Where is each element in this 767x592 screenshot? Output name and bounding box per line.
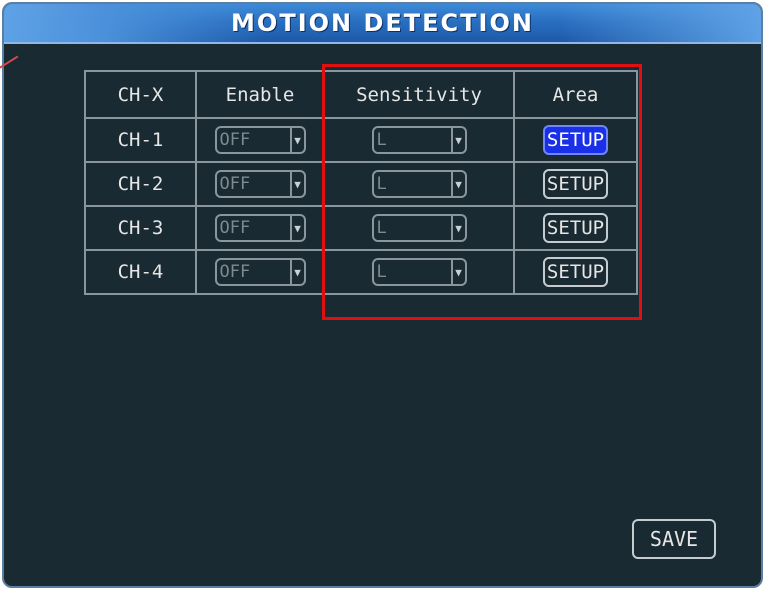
dropdown-arrow-icon: ▼ [289,128,304,152]
area-cell: SETUP [513,249,638,295]
window-title: MOTION DETECTION [231,9,534,37]
enable-select[interactable]: OFF ▼ [214,126,306,154]
motion-detection-window: MOTION DETECTION CH-X Enable Sensitivity… [2,2,763,588]
enable-cell: OFF ▼ [195,249,325,295]
table-row: CH-4 OFF ▼ L ▼ SETUP [84,249,638,295]
area-cell: SETUP [513,117,638,163]
sensitivity-select[interactable]: L ▼ [371,126,467,154]
enable-select[interactable]: OFF ▼ [214,258,306,286]
channel-label: CH-1 [84,117,197,163]
enable-cell: OFF ▼ [195,117,325,163]
enable-cell: OFF ▼ [195,161,325,207]
enable-cell: OFF ▼ [195,205,325,251]
title-bar: MOTION DETECTION [4,4,761,44]
sensitivity-select-value: L [376,262,387,282]
table-header-row: CH-X Enable Sensitivity Area [84,70,638,119]
table-row: CH-2 OFF ▼ L ▼ SETUP [84,161,638,207]
sensitivity-select[interactable]: L ▼ [371,258,467,286]
dropdown-arrow-icon: ▼ [450,128,465,152]
header-channel: CH-X [84,70,197,119]
enable-select[interactable]: OFF ▼ [214,214,306,242]
sensitivity-cell: L ▼ [323,205,515,251]
enable-select-value: OFF [219,130,251,150]
sensitivity-select-value: L [376,130,387,150]
channel-label: CH-3 [84,205,197,251]
table-row: CH-3 OFF ▼ L ▼ SETUP [84,205,638,251]
area-setup-button[interactable]: SETUP [542,125,609,155]
sensitivity-select-value: L [376,174,387,194]
sensitivity-cell: L ▼ [323,161,515,207]
dropdown-arrow-icon: ▼ [289,216,304,240]
enable-select[interactable]: OFF ▼ [214,170,306,198]
header-enable: Enable [195,70,325,119]
sensitivity-cell: L ▼ [323,117,515,163]
sensitivity-select[interactable]: L ▼ [371,170,467,198]
area-cell: SETUP [513,161,638,207]
dropdown-arrow-icon: ▼ [289,260,304,284]
area-setup-button[interactable]: SETUP [542,257,609,287]
sensitivity-select-value: L [376,218,387,238]
channel-label: CH-2 [84,161,197,207]
enable-select-value: OFF [219,174,251,194]
header-area: Area [513,70,638,119]
motion-settings-table: CH-X Enable Sensitivity Area CH-1 OFF ▼ … [84,70,638,295]
dropdown-arrow-icon: ▼ [289,172,304,196]
area-setup-button[interactable]: SETUP [542,169,609,199]
area-setup-button[interactable]: SETUP [542,213,609,243]
area-cell: SETUP [513,205,638,251]
enable-select-value: OFF [219,218,251,238]
table-row: CH-1 OFF ▼ L ▼ SETUP [84,117,638,163]
dropdown-arrow-icon: ▼ [450,172,465,196]
header-sensitivity: Sensitivity [323,70,515,119]
dropdown-arrow-icon: ▼ [450,260,465,284]
save-button[interactable]: SAVE [632,519,716,559]
dropdown-arrow-icon: ▼ [450,216,465,240]
enable-select-value: OFF [219,262,251,282]
channel-label: CH-4 [84,249,197,295]
sensitivity-cell: L ▼ [323,249,515,295]
sensitivity-select[interactable]: L ▼ [371,214,467,242]
